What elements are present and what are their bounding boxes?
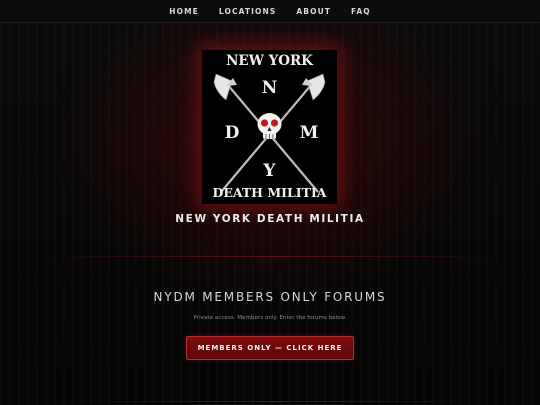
- left-axe-head-icon: [213, 73, 237, 101]
- nav-home-link[interactable]: HOME: [169, 7, 199, 16]
- nydm-logo: NEW YORK N D M Y DEATH MILITIA: [202, 50, 337, 204]
- forums-subtext: Private access. Members only. Enter the …: [193, 315, 347, 321]
- nav-about-link[interactable]: ABOUT: [296, 7, 331, 16]
- top-nav: HOME LOCATIONS ABOUT FAQ: [0, 0, 540, 23]
- logo-letter-d: D: [225, 123, 240, 143]
- skull-icon: [257, 113, 282, 139]
- footer-divider: [40, 401, 500, 402]
- logo-letter-m: M: [300, 123, 319, 143]
- site-title: NEW YORK DEATH MILITIA: [175, 213, 365, 225]
- nav-locations-link[interactable]: LOCATIONS: [219, 7, 276, 16]
- logo-bottom-text: DEATH MILITIA: [212, 185, 326, 200]
- logo-top-text: NEW YORK: [226, 53, 314, 69]
- nav-faq-link[interactable]: FAQ: [351, 7, 371, 16]
- right-axe-head-icon: [302, 73, 326, 101]
- logo-letter-n: N: [262, 78, 278, 98]
- section-divider: [40, 256, 500, 257]
- members-only-button[interactable]: MEMBERS ONLY — CLICK HERE: [186, 336, 354, 360]
- logo-letter-y: Y: [262, 161, 276, 181]
- forums-heading: NYDM MEMBERS ONLY FORUMS: [153, 290, 387, 304]
- page: HOME LOCATIONS ABOUT FAQ NEW YORK N D M: [0, 0, 540, 405]
- logo-emblem: NEW YORK N D M Y DEATH MILITIA: [212, 53, 326, 200]
